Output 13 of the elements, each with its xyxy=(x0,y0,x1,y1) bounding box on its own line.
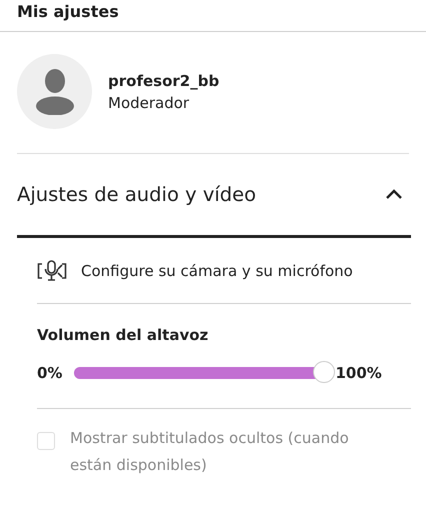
volume-slider[interactable] xyxy=(74,362,336,384)
caret-icon[interactable] xyxy=(385,189,403,200)
min-label: 0% xyxy=(37,364,62,382)
panel-title: Mis ajustes xyxy=(17,2,119,21)
volume-label: Volumen del altavoz xyxy=(37,326,210,344)
user-name: profesor2_bb xyxy=(108,72,220,90)
user-role: Moderador xyxy=(108,94,190,112)
camera-microphone-icon xyxy=(37,258,67,282)
setup-link[interactable]: Configure su cámara y su micrófono xyxy=(81,262,353,280)
captions-label: Mostrar subtitulados ocultos (cuando están disponibles) xyxy=(70,428,350,476)
section-title: Ajustes de audio y vídeo xyxy=(17,183,256,206)
slider-thumb[interactable] xyxy=(313,361,336,383)
max-label: 100% xyxy=(335,364,382,382)
